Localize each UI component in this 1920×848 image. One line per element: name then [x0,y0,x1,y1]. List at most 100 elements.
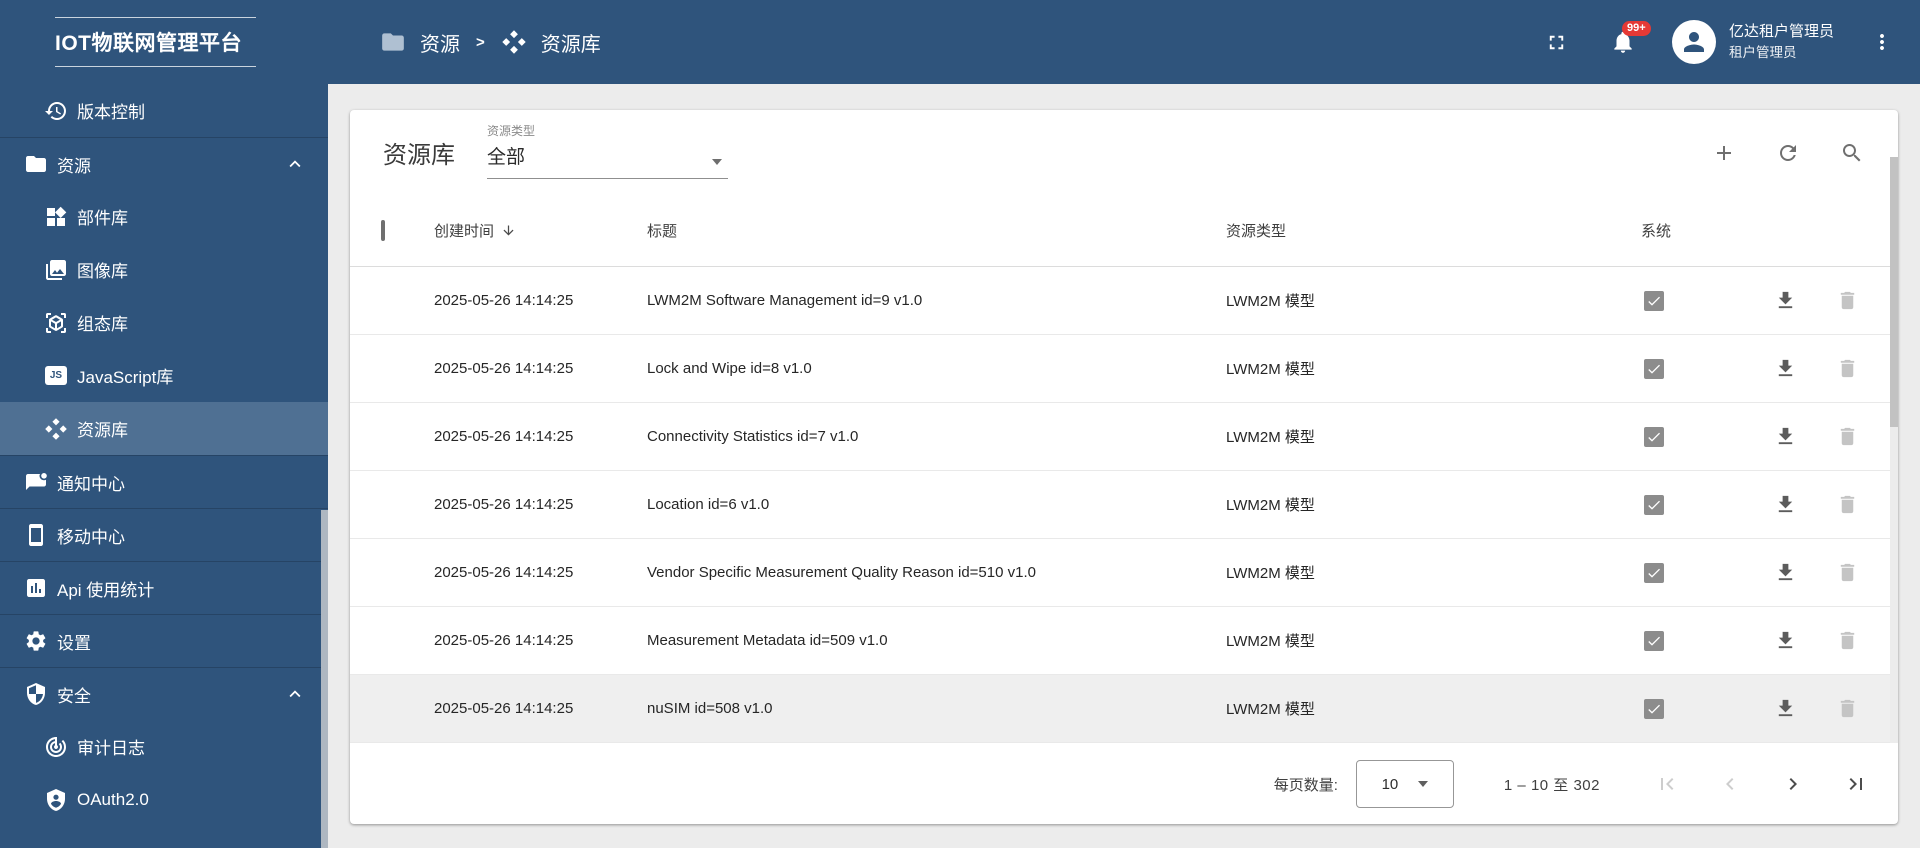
kebab-menu-icon[interactable] [1870,30,1894,54]
column-header-type[interactable]: 资源类型 [1226,220,1641,241]
table-row[interactable]: 2025-05-26 14:14:25 nuSIM id=508 v1.0 LW… [350,675,1898,743]
system-checkbox [1644,358,1664,379]
download-button[interactable] [1774,493,1797,516]
sidebar-item-api-usage[interactable]: Api 使用统计 [0,561,328,614]
cell-type: LWM2M 模型 [1226,361,1315,378]
download-button[interactable] [1774,561,1797,584]
cell-created: 2025-05-26 14:14:25 [434,700,574,717]
table-scrollbar-track[interactable] [1890,157,1898,743]
sidebar-item-resources[interactable]: 资源 [0,137,328,190]
diamonds-icon [501,29,527,55]
refresh-button[interactable] [1776,141,1800,165]
delete-button[interactable] [1836,629,1859,652]
table-row[interactable]: 2025-05-26 14:14:25 Measurement Metadata… [350,607,1898,675]
sidebar-item-widget-library[interactable]: 部件库 [0,190,328,243]
delete-button[interactable] [1836,697,1859,720]
folder-icon [380,29,406,55]
app-title: IOT物联网管理平台 [55,17,256,67]
card-toolbar: 资源库 资源类型 全部 [350,110,1898,195]
system-checkbox [1644,290,1664,311]
sidebar-item-label: 资源库 [77,421,128,440]
table-row[interactable]: 2025-05-26 14:14:25 Lock and Wipe id=8 v… [350,335,1898,403]
smartphone-icon [24,523,48,547]
sidebar-item-image-library[interactable]: 图像库 [0,243,328,296]
gear-icon [24,629,48,653]
sidebar-item-label: 组态库 [77,315,128,334]
sidebar-item-label: OAuth2.0 [77,789,149,809]
breadcrumb: 资源 > 资源库 [380,28,601,57]
chat-alert-icon [24,470,48,494]
table-scrollbar-thumb[interactable] [1890,157,1898,427]
sidebar-item-mobile-center[interactable]: 移动中心 [0,508,328,561]
screen: IOT物联网管理平台 资源 > 资源库 99+ 亿达租户管理员 租户管理员 版本… [0,0,1920,848]
top-bar: IOT物联网管理平台 资源 > 资源库 99+ 亿达租户管理员 租户管理员 [0,0,1920,84]
sidebar-item-label: 版本控制 [77,103,145,122]
table-body: 2025-05-26 14:14:25 LWM2M Software Manag… [350,267,1898,743]
next-page-button[interactable] [1781,772,1805,796]
delete-button[interactable] [1836,561,1859,584]
table-row[interactable]: 2025-05-26 14:14:25 LWM2M Software Manag… [350,267,1898,335]
sidebar-scrollbar[interactable] [321,510,328,848]
sidebar: 版本控制 资源 部件库 图像库 组态库 JS JavaScript库 资源库 通… [0,84,328,848]
cell-created: 2025-05-26 14:14:25 [434,564,574,581]
sidebar-item-label: 图像库 [77,262,128,281]
history-icon [44,99,68,123]
table-row[interactable]: 2025-05-26 14:14:25 Location id=6 v1.0 L… [350,471,1898,539]
breadcrumb-section[interactable]: 资源 [420,28,460,57]
cell-type: LWM2M 模型 [1226,293,1315,310]
cell-title: LWM2M Software Management id=9 v1.0 [647,292,923,309]
cell-type: LWM2M 模型 [1226,633,1315,650]
resource-type-select[interactable]: 资源类型 全部 [487,122,728,179]
column-header-title[interactable]: 标题 [647,220,1226,241]
chevron-up-icon [284,153,306,175]
sidebar-item-notification-center[interactable]: 通知中心 [0,455,328,508]
table-row[interactable]: 2025-05-26 14:14:25 Connectivity Statist… [350,403,1898,471]
download-button[interactable] [1774,425,1797,448]
cell-created: 2025-05-26 14:14:25 [434,292,574,309]
avatar[interactable] [1671,20,1716,64]
table-row[interactable]: 2025-05-26 14:14:25 Vendor Specific Meas… [350,539,1898,607]
delete-button[interactable] [1836,289,1859,312]
download-button[interactable] [1774,357,1797,380]
sidebar-item-settings[interactable]: 设置 [0,614,328,667]
notifications-bell-icon[interactable]: 99+ [1610,21,1651,55]
cell-title: Measurement Metadata id=509 v1.0 [647,632,888,649]
sidebar-item-scada-library[interactable]: 组态库 [0,296,328,349]
sidebar-item-audit-log[interactable]: 审计日志 [0,720,328,773]
column-header-system[interactable]: 系统 [1641,220,1751,241]
sidebar-item-resource-library[interactable]: 资源库 [0,402,328,455]
column-header-created[interactable]: 创建时间 [434,220,647,241]
delete-button[interactable] [1836,357,1859,380]
sidebar-item-label: 部件库 [77,209,128,228]
notification-badge: 99+ [1621,21,1651,36]
shield-icon [24,682,48,706]
download-button[interactable] [1774,629,1797,652]
delete-button[interactable] [1836,425,1859,448]
resource-library-card: 资源库 资源类型 全部 创建时间 标题 资源类型 系统 2025-05-26 1… [350,110,1898,824]
sidebar-item-security[interactable]: 安全 [0,667,328,720]
sidebar-item-label: 审计日志 [77,739,145,758]
search-button[interactable] [1840,141,1864,165]
pagination-bar: 每页数量: 10 1 – 10 至 302 [350,744,1898,824]
system-checkbox [1644,562,1664,583]
user-name: 亿达租户管理员 [1728,23,1834,41]
cell-type: LWM2M 模型 [1226,565,1315,582]
cell-title: Location id=6 v1.0 [647,496,770,513]
breadcrumb-page: 资源库 [540,33,601,56]
select-all-checkbox[interactable] [381,220,385,241]
add-button[interactable] [1712,141,1736,165]
track-changes-icon [44,735,68,759]
download-button[interactable] [1774,697,1797,720]
per-page-select[interactable]: 10 [1355,760,1454,808]
sidebar-item-version-control[interactable]: 版本控制 [0,84,328,137]
delete-button[interactable] [1836,493,1859,516]
last-page-button[interactable] [1844,772,1868,796]
download-button[interactable] [1774,289,1797,312]
system-checkbox [1644,494,1664,515]
sidebar-item-javascript-library[interactable]: JS JavaScript库 [0,349,328,402]
cell-title: Connectivity Statistics id=7 v1.0 [647,428,859,445]
sidebar-item-oauth2[interactable]: OAuth2.0 [0,773,328,826]
fullscreen-icon[interactable] [1545,31,1568,54]
breadcrumb-separator: > [476,33,485,51]
pagination-range: 1 – 10 至 302 [1503,776,1600,794]
